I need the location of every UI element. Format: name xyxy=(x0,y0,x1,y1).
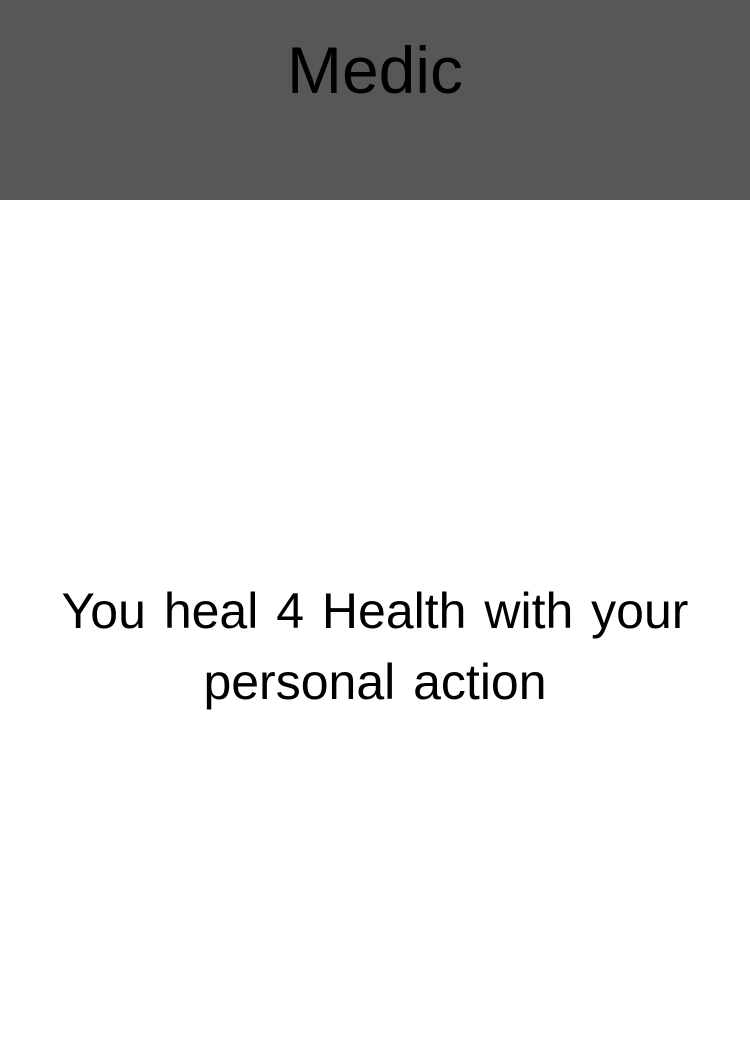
card-description: You heal 4 Health with your personal act… xyxy=(61,582,689,710)
card-title: Medic xyxy=(286,33,464,107)
card-body: You heal 4 Health with your personal act… xyxy=(0,200,750,1050)
card-header: Medic xyxy=(0,0,750,200)
ability-card: Medic You heal 4 Health with your person… xyxy=(0,0,750,1050)
